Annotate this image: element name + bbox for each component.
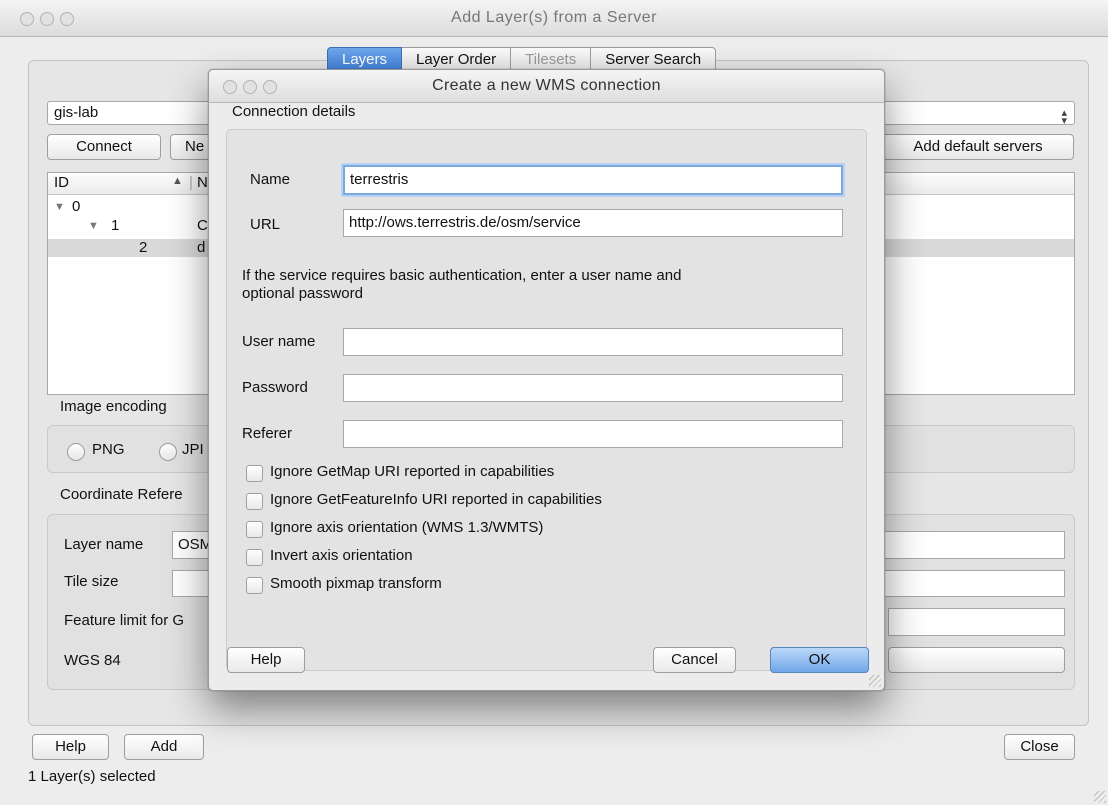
ignore-axis-orientation-checkbox[interactable]: [246, 521, 263, 538]
url-field[interactable]: http://ows.terrestris.de/osm/service: [343, 209, 843, 237]
crs-label: Coordinate Refere: [60, 486, 183, 503]
tree-row-name: C: [197, 217, 208, 234]
window-title: Add Layer(s) from a Server: [451, 9, 657, 26]
connection-details-group: Name terrestris URL http://ows.terrestri…: [226, 129, 867, 671]
ignore-getmap-checkbox[interactable]: [246, 465, 263, 482]
password-label: Password: [242, 379, 308, 396]
sort-ascending-icon: ▲: [172, 175, 183, 187]
feature-limit-field[interactable]: [888, 608, 1065, 636]
ignore-getmap-label[interactable]: Ignore GetMap URI reported in capabiliti…: [270, 463, 554, 480]
referer-field[interactable]: [343, 420, 843, 448]
username-field[interactable]: [343, 328, 843, 356]
help-button[interactable]: Help: [32, 734, 109, 760]
ignore-getfeatureinfo-checkbox[interactable]: [246, 493, 263, 510]
add-button[interactable]: Add: [124, 734, 204, 760]
dialog-titlebar: Create a new WMS connection: [209, 70, 884, 103]
connection-select-value: gis-lab: [54, 104, 99, 121]
jpeg-radio[interactable]: [159, 443, 177, 461]
url-label: URL: [250, 216, 281, 233]
name-label: Name: [250, 171, 291, 188]
name-field[interactable]: terrestris: [343, 165, 843, 195]
tree-row-name: d: [197, 239, 206, 256]
auth-note-line1: If the service requires basic authentica…: [242, 267, 682, 284]
change-crs-button[interactable]: [888, 647, 1065, 673]
column-separator: |: [189, 174, 193, 191]
png-radio[interactable]: [67, 443, 85, 461]
dialog-ok-button[interactable]: OK: [770, 647, 869, 673]
invert-axis-orientation-checkbox[interactable]: [246, 549, 263, 566]
window-resize-grip[interactable]: [1094, 791, 1106, 803]
status-text: 1 Layer(s) selected: [28, 768, 156, 785]
name-field-value: terrestris: [350, 171, 409, 188]
smooth-pixmap-label[interactable]: Smooth pixmap transform: [270, 575, 442, 592]
expand-arrow-icon[interactable]: ▼: [88, 217, 99, 235]
feature-limit-label: Feature limit for G: [64, 612, 185, 629]
add-default-servers-button[interactable]: Add default servers: [882, 134, 1074, 160]
image-encoding-label: Image encoding: [60, 398, 167, 415]
dialog-help-button[interactable]: Help: [227, 647, 305, 673]
auth-note-line2: optional password: [242, 285, 363, 302]
dialog-cancel-button[interactable]: Cancel: [653, 647, 736, 673]
connect-button[interactable]: Connect: [47, 134, 161, 160]
dialog-title: Create a new WMS connection: [432, 77, 661, 94]
close-button[interactable]: Close: [1004, 734, 1075, 760]
column-id-header[interactable]: ID: [54, 174, 69, 191]
referer-label: Referer: [242, 425, 293, 442]
layer-name-label: Layer name: [64, 536, 144, 553]
dialog-resize-grip[interactable]: [869, 675, 881, 687]
password-field[interactable]: [343, 374, 843, 402]
tree-row-id: 1: [111, 217, 120, 234]
window-titlebar: Add Layer(s) from a Server: [0, 0, 1108, 37]
down-arrow-icon: ▾: [1061, 115, 1067, 127]
connection-details-title: Connection details: [232, 103, 356, 120]
expand-arrow-icon[interactable]: ▼: [54, 198, 65, 216]
new-wms-connection-dialog: Create a new WMS connection Connection d…: [208, 69, 885, 691]
url-field-value: http://ows.terrestris.de/osm/service: [349, 214, 581, 231]
invert-axis-orientation-label[interactable]: Invert axis orientation: [270, 547, 413, 564]
username-label: User name: [242, 333, 316, 350]
ignore-getfeatureinfo-label[interactable]: Ignore GetFeatureInfo URI reported in ca…: [270, 491, 602, 508]
smooth-pixmap-checkbox[interactable]: [246, 577, 263, 594]
tile-size-label: Tile size: [64, 573, 119, 590]
column-name-header[interactable]: N: [197, 174, 208, 191]
tree-row-id: 0: [72, 198, 81, 215]
jpeg-radio-label[interactable]: JPI: [182, 441, 204, 458]
ignore-axis-orientation-label[interactable]: Ignore axis orientation (WMS 1.3/WMTS): [270, 519, 543, 536]
crs-value: WGS 84: [64, 652, 121, 669]
tree-row-id: 2: [139, 239, 148, 256]
png-radio-label[interactable]: PNG: [92, 441, 125, 458]
